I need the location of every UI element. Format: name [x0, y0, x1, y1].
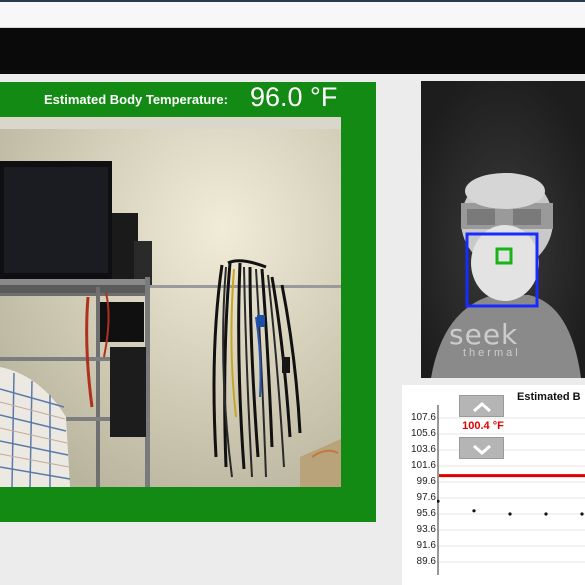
y-tick-label: 93.6	[416, 524, 436, 535]
seek-logo-subtitle: thermal	[463, 347, 521, 359]
data-point	[580, 512, 584, 516]
y-tick-label: 105.6	[410, 428, 436, 439]
threshold-value: 100.4 °F	[462, 420, 504, 432]
title-strip	[0, 0, 585, 28]
header-bar	[0, 28, 585, 74]
y-tick-label: 99.6	[416, 476, 436, 487]
camera-image	[0, 117, 341, 487]
threshold-up-button[interactable]	[459, 395, 504, 417]
data-point	[437, 499, 440, 503]
y-tick-label: 95.6	[416, 508, 436, 519]
threshold-down-button[interactable]	[459, 437, 504, 459]
temperature-label: Estimated Body Temperature:	[44, 92, 228, 107]
y-tick-label: 97.6	[416, 492, 436, 503]
y-tick-label: 91.6	[416, 540, 436, 551]
y-tick-label: 107.6	[410, 412, 436, 423]
title-accent	[0, 0, 585, 2]
data-point	[508, 512, 512, 516]
y-tick-label: 89.6	[416, 556, 436, 567]
temperature-value: 96.0 °F	[250, 82, 338, 112]
y-tick-label: 103.6	[410, 444, 436, 455]
chevron-down-icon	[473, 444, 491, 455]
measure-point-marker	[495, 247, 513, 265]
chart-title: Estimated B	[517, 391, 581, 403]
app-window: Estimated Body Temperature: 96.0 °F seek…	[0, 0, 585, 585]
face-detection-box	[465, 232, 539, 308]
y-tick-label: 101.6	[410, 460, 436, 471]
chevron-up-icon	[473, 402, 491, 413]
data-point	[472, 509, 476, 513]
camera-feed	[0, 117, 341, 487]
data-point	[544, 512, 548, 516]
